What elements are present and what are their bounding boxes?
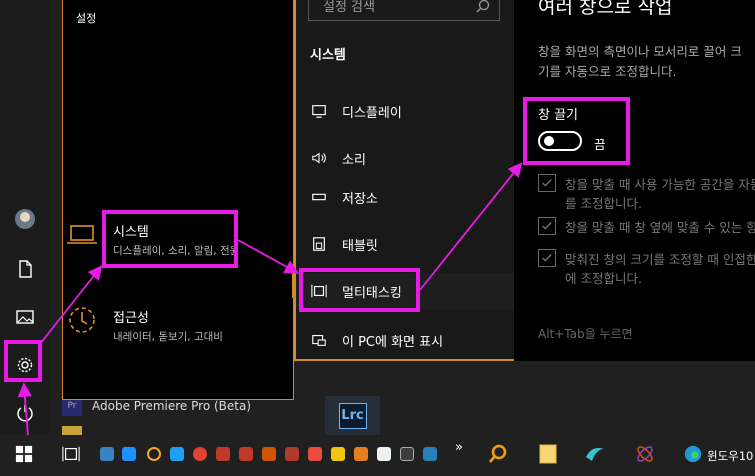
sticky-notes-icon[interactable] [537,443,559,465]
lightroom-icon: Lrc [338,402,367,429]
nav-item-project[interactable]: 이 PC에 화면 표시 [296,322,514,358]
chrome-icon[interactable] [193,447,207,461]
lightroom-tile[interactable]: Lrc [325,396,380,435]
option-resize-adjacent[interactable]: 맞춰진 창의 크기를 조정할 때 인접한 맞춰진 창의 크기를 동시 에 조정합… [538,249,755,287]
app-icon-9[interactable] [285,447,299,461]
option-resize-adjacent-line2: 에 조정합니다. [565,271,642,286]
project-icon [310,331,328,349]
app-icon-13[interactable] [377,447,391,461]
nav-item-tablet-label: 태블릿 [342,238,378,254]
taskbar: » 윈도우10 [0,435,755,476]
settings-home-window: 설정 시스템 디스플레이, 소리, 알림, 전원 접근성 내레이터, 돋보기, … [62,0,294,400]
storage-icon [310,188,328,206]
content-footer-faded: Alt+Tab을 누르면 [538,327,633,341]
app-icon-15[interactable] [423,447,437,461]
settings-search-input[interactable]: 설정 검색 [308,0,500,21]
multitasking-content-pane: 여러 창으로 작업 창을 화면의 측면이나 모서리로 끌어 크기를 자동으로 조… [514,0,755,361]
app-icon-14[interactable] [400,447,414,461]
category-accessibility[interactable]: 접근성 내레이터, 돋보기, 고대비 [69,307,223,344]
annotation-box-multitasking [299,268,420,312]
user-avatar[interactable] [15,209,35,229]
power-icon[interactable] [8,396,42,430]
app-icon-8[interactable] [262,447,276,461]
app-icon-7[interactable] [239,447,253,461]
pictures-icon[interactable] [8,300,42,334]
windows-start-icon[interactable] [13,443,35,465]
speaker-icon [310,149,328,167]
option-fill-space-line1: 창을 맞출 때 사용 가능한 공간을 자동으로 채우도록 크기 [565,177,755,192]
nav-item-sound-label: 소리 [342,152,366,168]
search-app-icon[interactable] [147,447,161,461]
nav-item-display[interactable]: 디스플레이 [296,93,514,129]
option-show-snap-line1: 창을 맞출 때 창 옆에 맞출 수 있는 항목 표시 [565,220,755,235]
category-accessibility-title: 접근성 [113,311,149,326]
annotation-box-system [102,210,238,268]
app-icon-2[interactable] [122,447,136,461]
category-accessibility-subtitle: 내레이터, 돋보기, 고대비 [113,331,223,343]
option-fill-space-line2: 를 조정합니다. [565,196,642,211]
nav-heading: 시스템 [310,48,346,63]
option-fill-space[interactable]: 창을 맞출 때 사용 가능한 공간을 자동으로 채우도록 크기 를 조정합니다. [538,174,755,212]
annotation-box-snap [523,97,630,165]
content-description: 창을 화면의 측면이나 모서리로 끌어 크기를 자동으로 조정합니다. [538,44,742,79]
checkbox-checked-icon[interactable] [538,174,556,192]
nav-item-display-label: 디스플레이 [342,105,402,121]
taskbar-app-label[interactable]: 윈도우10 [707,448,753,464]
bird-app-icon[interactable] [170,447,184,461]
tablet-icon [310,235,328,253]
task-view-icon[interactable] [60,443,82,465]
nav-item-sound[interactable]: 소리 [296,140,514,176]
nav-item-storage[interactable]: 저장소 [296,179,514,215]
content-title: 여러 창으로 작업 [538,0,673,18]
nav-item-project-label: 이 PC에 화면 표시 [342,334,444,350]
option-show-snap[interactable]: 창을 맞출 때 창 옆에 맞출 수 있는 항목 표시 [538,217,755,236]
app-icon-11[interactable] [331,447,345,461]
brave-icon[interactable] [354,447,368,461]
app-icon-6[interactable] [216,447,230,461]
accessibility-timer-icon [65,303,99,337]
app-icon-10[interactable] [308,447,322,461]
checkbox-checked-icon[interactable] [538,249,556,267]
nav-item-tablet[interactable]: 태블릿 [296,226,514,262]
app-atom-icon[interactable] [634,443,656,465]
app-icon-1[interactable] [100,447,114,461]
annotation-box-gear [4,340,42,382]
documents-icon[interactable] [8,252,42,286]
monitor-icon [310,102,328,120]
settings-window-title: 설정 [76,12,97,25]
checkbox-checked-icon[interactable] [538,217,556,235]
app-wave-icon[interactable] [584,443,606,465]
nav-item-storage-label: 저장소 [342,191,378,207]
start-app-premiere-label: Adobe Premiere Pro (Beta) [92,399,252,413]
taskbar-overflow-icon[interactable]: » [455,440,463,455]
magnifier-search-icon[interactable] [487,443,509,465]
laptop-icon [65,218,99,252]
option-resize-adjacent-line1: 맞춰진 창의 크기를 조정할 때 인접한 맞춰진 창의 크기를 동시 [565,252,755,267]
search-icon[interactable] [475,0,491,14]
edge-browser-icon[interactable] [682,443,704,465]
search-placeholder: 설정 검색 [323,0,375,15]
